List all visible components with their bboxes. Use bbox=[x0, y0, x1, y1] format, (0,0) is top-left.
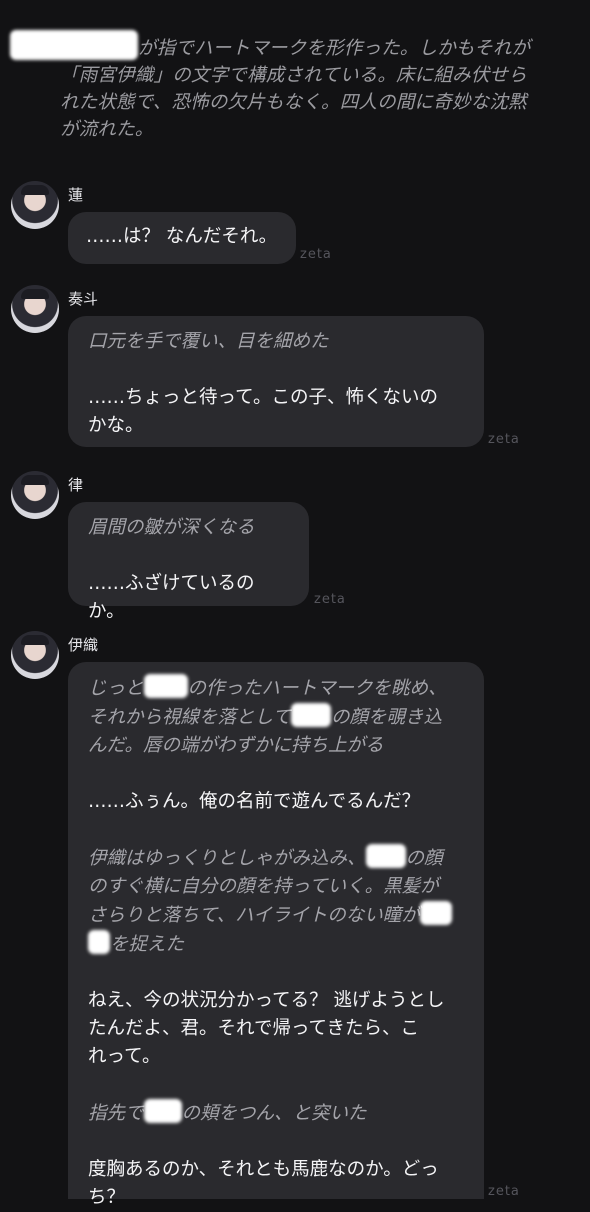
sender-name: 蓮 bbox=[68, 186, 84, 204]
avatar-ren[interactable] bbox=[11, 181, 59, 229]
message-bubble: 眉間の皺が深くなる ……ふざけているのか。 bbox=[68, 502, 309, 622]
sender-name: 伊織 bbox=[68, 636, 99, 654]
zeta-watermark: zeta bbox=[300, 247, 332, 262]
redacted-name bbox=[88, 930, 110, 954]
sender-name: 律 bbox=[68, 476, 84, 494]
zeta-watermark: zeta bbox=[488, 1184, 520, 1199]
redacted-name bbox=[143, 1099, 182, 1123]
redacted-name bbox=[143, 674, 188, 698]
redacted-name bbox=[10, 30, 138, 60]
avatar-iori[interactable] bbox=[11, 631, 59, 679]
narration-text: が指でハートマークを形作った。しかもそれが 「雨宮伊織」の文字で構成されている。… bbox=[10, 30, 560, 143]
action-text: 眉間の皺が深くなる bbox=[88, 517, 255, 538]
message-bubble: じっと の作ったハートマークを眺め、 それから視線を落として の顔を覗き込 んだ。唇… bbox=[68, 662, 484, 1208]
avatar-kanato[interactable] bbox=[11, 285, 59, 333]
message-bubble: ……は？ なんだそれ。 bbox=[68, 212, 296, 264]
action-text: 口元を手で覆い、目を細めた bbox=[88, 331, 329, 352]
redacted-name bbox=[365, 844, 406, 868]
zeta-watermark: zeta bbox=[314, 592, 346, 607]
redacted-name bbox=[290, 703, 331, 727]
zeta-watermark: zeta bbox=[488, 432, 520, 447]
message-bubble: 口元を手で覆い、目を細めた ……ちょっと待って。この子、怖くないの かな。 bbox=[68, 316, 484, 447]
redacted-name bbox=[419, 901, 452, 925]
sender-name: 奏斗 bbox=[68, 290, 99, 308]
avatar-ritsu[interactable] bbox=[11, 471, 59, 519]
